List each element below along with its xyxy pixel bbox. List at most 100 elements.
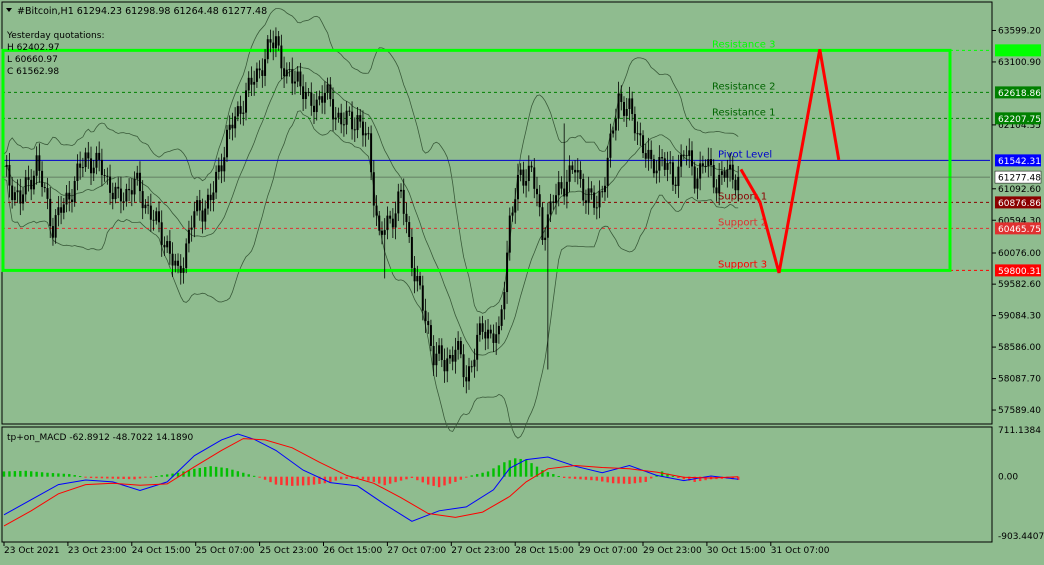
price-axis: 63599.2063100.9062104.3561092.6060594.30… [992, 26, 1042, 416]
candle-bull [65, 192, 68, 205]
candle-bear [642, 135, 645, 154]
price-tag-2: 62207.75 [998, 115, 1041, 125]
macd-histogram-bar [416, 476, 419, 481]
candle-bull [628, 98, 631, 110]
macd-histogram-bar [73, 475, 76, 477]
macd-histogram-bar [568, 476, 571, 479]
candle-bull [35, 155, 38, 176]
time-axis: 23 Oct 2021 23 Oct 23:00 24 Oct 15:00 25 Oc… [3, 542, 830, 556]
candle-bull [264, 59, 267, 76]
candle-bull [13, 192, 16, 201]
macd-histogram-bar [111, 476, 114, 479]
candle-bear [378, 215, 381, 231]
yesterday-title: Yesterday quotations: [6, 31, 104, 41]
candle-bull [478, 323, 481, 335]
trading-terminal-chart-window: Resistance 3 Resistance 2 Resistance 1 Pivo… [0, 0, 1044, 561]
candle-bear [128, 188, 131, 191]
candle-bull [688, 150, 691, 156]
candle-bear [590, 188, 593, 193]
candle-bear [168, 241, 171, 254]
candle-bear [427, 321, 430, 326]
candle-bull [253, 81, 256, 85]
macd-histogram-bar [334, 476, 337, 481]
candle-bull [696, 178, 699, 189]
candle-bear [389, 215, 392, 219]
candle-bear [68, 192, 71, 200]
candle-bull [737, 176, 740, 191]
candle-bear [462, 354, 465, 378]
price-tick-label: 60076.00 [998, 249, 1041, 259]
candle-bull [503, 292, 506, 310]
candle-bear [633, 114, 636, 134]
candle-bull [555, 195, 558, 204]
macd-histogram-bar [611, 476, 615, 484]
candle-bull [296, 71, 299, 82]
macd-histogram-bar [127, 476, 131, 480]
candle-bear [419, 275, 422, 286]
macd-histogram-bar [57, 473, 60, 477]
macd-histogram-bar [617, 476, 620, 484]
candle-bull [609, 133, 612, 158]
candle-bull [190, 227, 193, 230]
time-tick-label: 26 Oct 15:00 [324, 546, 383, 556]
candle-bear [149, 205, 152, 220]
candle-bull [245, 90, 248, 113]
candle-bear [147, 204, 150, 206]
macd-histogram-bar [356, 476, 359, 479]
candle-bear [492, 333, 495, 343]
macd-histogram-bar [2, 471, 6, 477]
candle-bear [593, 192, 596, 208]
candle-bear [130, 190, 133, 195]
candle-bull [166, 241, 169, 248]
candle-bear [674, 184, 677, 187]
macd-histogram-bar [220, 467, 223, 477]
time-tick-label: 29 Oct 23:00 [643, 546, 702, 556]
macd-histogram-bar [410, 476, 414, 479]
macd-histogram-bar [106, 476, 109, 479]
candle-bear [459, 341, 462, 355]
macd-histogram-bar [481, 472, 484, 477]
macd-histogram-bar [367, 476, 370, 481]
candle-bear [87, 152, 90, 159]
macd-histogram-bar [209, 466, 212, 477]
candle-bull [383, 230, 386, 235]
price-tick-label: 61092.60 [998, 185, 1041, 195]
candle-bull [699, 163, 702, 179]
macd-histogram-bar [590, 476, 593, 481]
yesterday-high: H 62402.97 [7, 43, 60, 53]
candle-bear [220, 165, 223, 172]
candle-bear [280, 45, 283, 69]
candle-bear [685, 155, 688, 157]
candle-bear [342, 124, 345, 126]
candle-bear [533, 167, 536, 189]
candle-bear [111, 192, 114, 200]
candle-bull [438, 345, 441, 354]
macd-histogram-bar [443, 476, 446, 486]
candle-bull [136, 172, 139, 179]
macd-histogram-bar [138, 476, 142, 479]
macd-title: tp+on_MACD -62.8912 -48.7022 14.1890 [7, 433, 193, 443]
candle-bear [258, 68, 261, 71]
candle-bear [250, 77, 253, 85]
candle-bear [563, 188, 566, 197]
candle-bull [92, 167, 95, 174]
macd-histogram-bar [68, 474, 71, 477]
macd-histogram-bar [274, 476, 278, 485]
level-label-0: Resistance 3 [712, 39, 775, 50]
candle-bear [560, 182, 563, 189]
candle-bear [710, 159, 713, 165]
candle-bear [299, 71, 302, 87]
candle-bear [340, 112, 343, 125]
macd-tick-label: 0.00 [998, 473, 1018, 483]
candle-bull [435, 353, 438, 366]
price-chart-svg[interactable]: Resistance 3 Resistance 2 Resistance 1 Pivo… [0, 0, 1044, 561]
candle-bull [114, 186, 117, 200]
candle-bear [90, 158, 93, 174]
macd-histogram-bar [465, 476, 468, 478]
candle-bull [655, 170, 658, 174]
time-tick-label: 31 Oct 07:00 [771, 546, 830, 556]
candle-bear [100, 159, 103, 176]
candle-bull [187, 229, 190, 244]
candle-bear [201, 210, 204, 222]
candle-bull [212, 192, 215, 201]
